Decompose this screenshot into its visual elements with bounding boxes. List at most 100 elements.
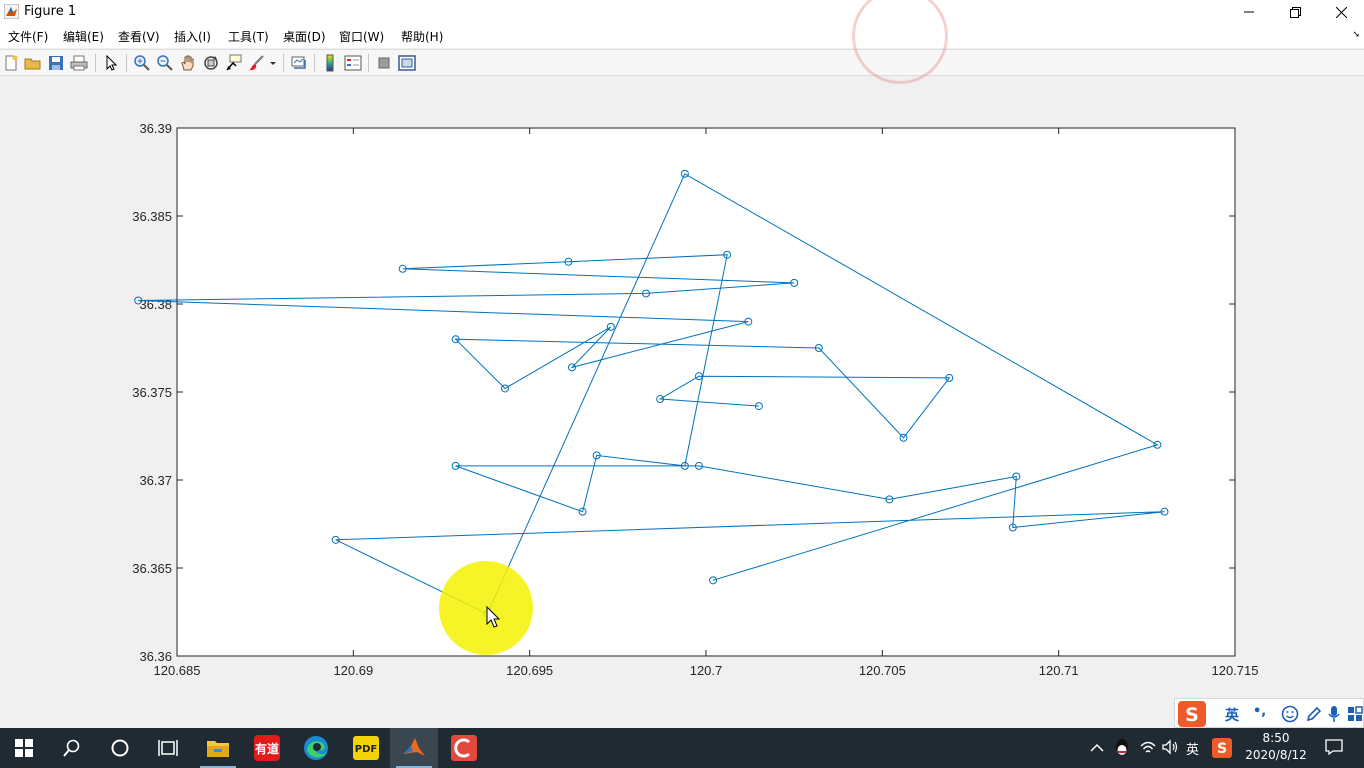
matlab-icon — [403, 738, 425, 756]
taskbar-clock[interactable]: 8:50 2020/8/12 — [1240, 730, 1312, 764]
y-tick-label: 36.39 — [139, 121, 172, 136]
restore-icon — [1289, 6, 1301, 18]
toolbar-separator — [95, 54, 96, 72]
notification-center-icon[interactable] — [1325, 738, 1343, 756]
x-tick-label: 120.685 — [154, 663, 201, 678]
menu-desktop[interactable]: 桌面(D) — [283, 28, 326, 45]
toolbar-separator — [126, 54, 127, 72]
windows-taskbar: 有道 PDF 英 S 8:50 2020/8/12 — [0, 728, 1364, 768]
x-tick-label: 120.69 — [333, 663, 373, 678]
menu-dock-arrow-icon[interactable]: ➘ — [1352, 30, 1360, 40]
menu-bar: 文件(F) 编辑(E) 查看(V) 插入(I) 工具(T) 桌面(D) 窗口(W… — [0, 24, 1364, 48]
rotate-3d-icon[interactable] — [202, 54, 220, 72]
menu-window[interactable]: 窗口(W) — [339, 28, 384, 45]
youdao-icon: 有道 — [254, 735, 280, 761]
ime-lang-label[interactable]: 英 — [1225, 705, 1239, 725]
toolbox-icon[interactable] — [1347, 705, 1363, 723]
x-tick-label: 120.695 — [506, 663, 553, 678]
menu-file[interactable]: 文件(F) — [8, 28, 48, 45]
show-plot-tools-icon[interactable] — [398, 54, 416, 72]
ime-toolbar: S 英 •, — [1174, 698, 1364, 728]
new-figure-icon[interactable] — [2, 54, 20, 72]
menu-tools[interactable]: 工具(T) — [228, 28, 269, 45]
qq-icon[interactable] — [1113, 738, 1131, 758]
taskbar-screen-recorder[interactable] — [440, 728, 488, 768]
start-button[interactable] — [0, 728, 48, 768]
plot-svg: 120.685 120.69 120.695 120.7 120.705 120.71 12… — [132, 121, 1259, 678]
insert-colorbar-icon[interactable] — [321, 54, 339, 72]
toolbar-separator — [368, 54, 369, 72]
task-view-button[interactable] — [144, 728, 192, 768]
cortana-icon — [111, 739, 129, 757]
close-icon — [1335, 6, 1347, 18]
svg-text:PDF: PDF — [355, 744, 377, 755]
save-icon[interactable] — [47, 54, 65, 72]
window-title: Figure 1 — [24, 4, 77, 19]
insert-legend-icon[interactable] — [344, 54, 362, 72]
x-tick-label: 120.7 — [690, 663, 723, 678]
menu-view[interactable]: 查看(V) — [118, 28, 160, 45]
taskbar-file-explorer[interactable] — [194, 728, 242, 768]
minimize-button[interactable] — [1226, 0, 1272, 24]
cursor-highlight — [439, 561, 533, 655]
figure-window: Figure 1 文件(F) 编辑(E) 查看(V) 插入(I) 工具(T) 桌… — [0, 0, 1364, 728]
sogou-tray-icon[interactable]: S — [1212, 738, 1232, 758]
y-tick-label: 36.38 — [139, 297, 172, 312]
taskbar-matlab[interactable] — [390, 728, 438, 768]
y-tick-label: 36.385 — [132, 209, 172, 224]
search-icon — [63, 739, 80, 757]
sogou-logo-icon[interactable]: S — [1178, 701, 1206, 727]
figure-toolbar — [0, 49, 1364, 76]
handwrite-icon[interactable] — [1305, 705, 1323, 723]
screen-recorder-icon — [451, 735, 477, 761]
taskbar-edge[interactable] — [292, 728, 340, 768]
ime-punctuation-label[interactable]: •, — [1253, 704, 1266, 719]
brush-dropdown-icon[interactable] — [268, 54, 278, 72]
data-cursor-icon[interactable] — [225, 54, 243, 72]
y-tick-label: 36.37 — [139, 473, 172, 488]
tray-input-language[interactable]: 英 — [1186, 739, 1199, 758]
y-tick-label: 36.36 — [139, 649, 172, 664]
select-arrow-icon[interactable] — [102, 54, 120, 72]
edge-icon — [304, 736, 328, 760]
toolbar-separator — [283, 54, 284, 72]
menu-help[interactable]: 帮助(H) — [401, 28, 443, 45]
pdf-icon: PDF — [353, 736, 379, 760]
x-tick-label: 120.715 — [1212, 663, 1259, 678]
link-plot-icon[interactable] — [290, 54, 308, 72]
svg-text:有道: 有道 — [255, 741, 279, 756]
figure-canvas: 120.685 120.69 120.695 120.7 120.705 120.71 12… — [0, 77, 1364, 728]
windows-start-icon — [15, 739, 33, 757]
zoom-out-icon[interactable] — [156, 54, 174, 72]
emoji-icon[interactable] — [1281, 705, 1299, 723]
volume-icon[interactable] — [1161, 738, 1179, 756]
y-tick-label: 36.365 — [132, 561, 172, 576]
taskbar-youdao[interactable]: 有道 — [243, 728, 291, 768]
file-explorer-icon — [207, 741, 229, 757]
matlab-logo-icon — [4, 4, 19, 19]
task-view-icon — [158, 740, 178, 756]
zoom-in-icon[interactable] — [133, 54, 151, 72]
network-icon[interactable] — [1139, 738, 1157, 756]
brush-icon[interactable] — [248, 54, 266, 72]
search-button[interactable] — [48, 728, 96, 768]
svg-text:S: S — [1185, 704, 1199, 726]
show-hidden-icons-icon[interactable] — [1090, 742, 1104, 754]
x-tick-label: 120.705 — [859, 663, 906, 678]
svg-text:S: S — [1217, 741, 1227, 757]
toolbar-separator — [314, 54, 315, 72]
open-file-icon[interactable] — [24, 54, 42, 72]
menu-edit[interactable]: 编辑(E) — [63, 28, 104, 45]
hide-plot-tools-icon[interactable] — [375, 54, 393, 72]
taskbar-pdf[interactable]: PDF — [342, 728, 390, 768]
pan-hand-icon[interactable] — [179, 54, 197, 72]
axes-background — [177, 128, 1235, 656]
print-icon[interactable] — [70, 54, 88, 72]
title-bar: Figure 1 — [0, 0, 1364, 24]
restore-button[interactable] — [1272, 0, 1318, 24]
menu-insert[interactable]: 插入(I) — [174, 28, 211, 45]
y-tick-label: 36.375 — [132, 385, 172, 400]
microphone-icon[interactable] — [1327, 705, 1341, 723]
close-button[interactable] — [1318, 0, 1364, 24]
cortana-button[interactable] — [96, 728, 144, 768]
